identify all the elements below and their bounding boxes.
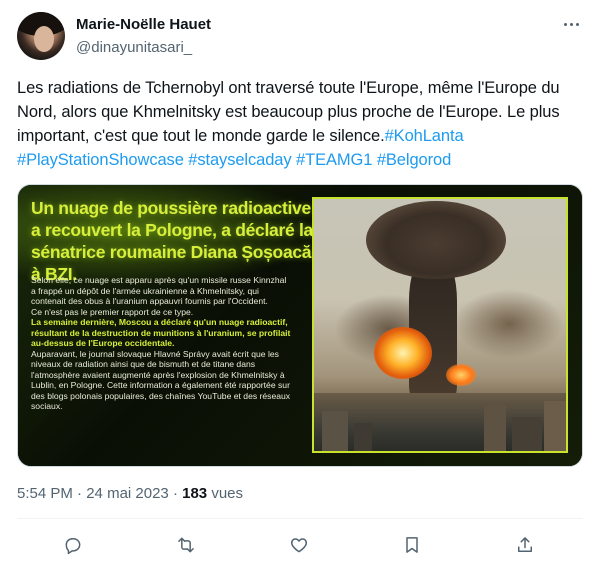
author-block: Marie-Noëlle Hauet @dinayunitasari_	[76, 15, 211, 58]
tweet-text: Les radiations de Tchernobyl ont travers…	[17, 76, 585, 172]
fireball	[374, 327, 432, 379]
avatar[interactable]	[17, 12, 65, 60]
media-paragraph: Ce n'est pas le premier rapport de ce ty…	[31, 306, 194, 317]
building	[322, 411, 348, 451]
smoke-cloud	[454, 289, 564, 359]
meta-separator: ·	[72, 485, 87, 502]
mushroom-cloud	[366, 201, 506, 279]
fireball	[446, 364, 476, 386]
tweet-time[interactable]: 5:54 PM	[17, 485, 73, 502]
more-dot	[563, 22, 567, 26]
tweet-date[interactable]: 24 mai 2023	[86, 485, 169, 502]
author-display-name[interactable]: Marie-Noëlle Hauet	[76, 15, 211, 35]
bookmark-icon[interactable]	[400, 533, 424, 557]
retweet-icon[interactable]	[174, 533, 198, 557]
views-label: vues	[207, 485, 244, 502]
media-paragraph-highlight: La semaine dernière, Moscou a déclaré qu…	[31, 317, 291, 348]
author-handle[interactable]: @dinayunitasari_	[76, 38, 211, 58]
hashtag-link[interactable]: #PlayStationShowcase	[17, 151, 184, 169]
views-count: 183	[182, 485, 208, 502]
action-bar	[0, 530, 598, 560]
like-icon[interactable]	[287, 533, 311, 557]
more-dot	[569, 22, 573, 26]
meta-separator: ·	[168, 485, 183, 502]
building	[354, 423, 372, 451]
building	[484, 405, 506, 451]
more-options-icon[interactable]	[561, 14, 581, 34]
avatar-face	[34, 26, 54, 52]
building	[512, 417, 542, 451]
hashtag-link[interactable]: #stayselcaday	[188, 151, 291, 169]
building	[544, 401, 566, 451]
divider	[17, 518, 583, 519]
tweet: Marie-Noëlle Hauet @dinayunitasari_ Les …	[0, 0, 598, 568]
tweet-meta: 5:54 PM · 24 mai 2023 · 183 vues	[17, 484, 243, 504]
hashtag-link[interactable]: #KohLanta	[385, 127, 464, 145]
media-headline: Un nuage de poussière radioactive a reco…	[31, 198, 313, 284]
hashtag-link[interactable]: #TEAMG1	[296, 151, 372, 169]
media-body: Selon elle, ce nuage est apparu après qu…	[31, 275, 293, 412]
hashtag-link[interactable]: #Belgorod	[377, 151, 451, 169]
media-image[interactable]: Un nuage de poussière radioactive a reco…	[17, 184, 583, 467]
explosion-photo	[312, 197, 568, 453]
more-dot	[575, 22, 579, 26]
media-paragraph: Auparavant, le journal slovaque Hlavné S…	[31, 348, 291, 412]
reply-icon[interactable]	[61, 533, 85, 557]
share-icon[interactable]	[513, 533, 537, 557]
media-paragraph: Selon elle, ce nuage est apparu après qu…	[31, 275, 287, 306]
city-skyline	[314, 393, 566, 451]
tweet-body: Les radiations de Tchernobyl ont travers…	[17, 79, 560, 145]
